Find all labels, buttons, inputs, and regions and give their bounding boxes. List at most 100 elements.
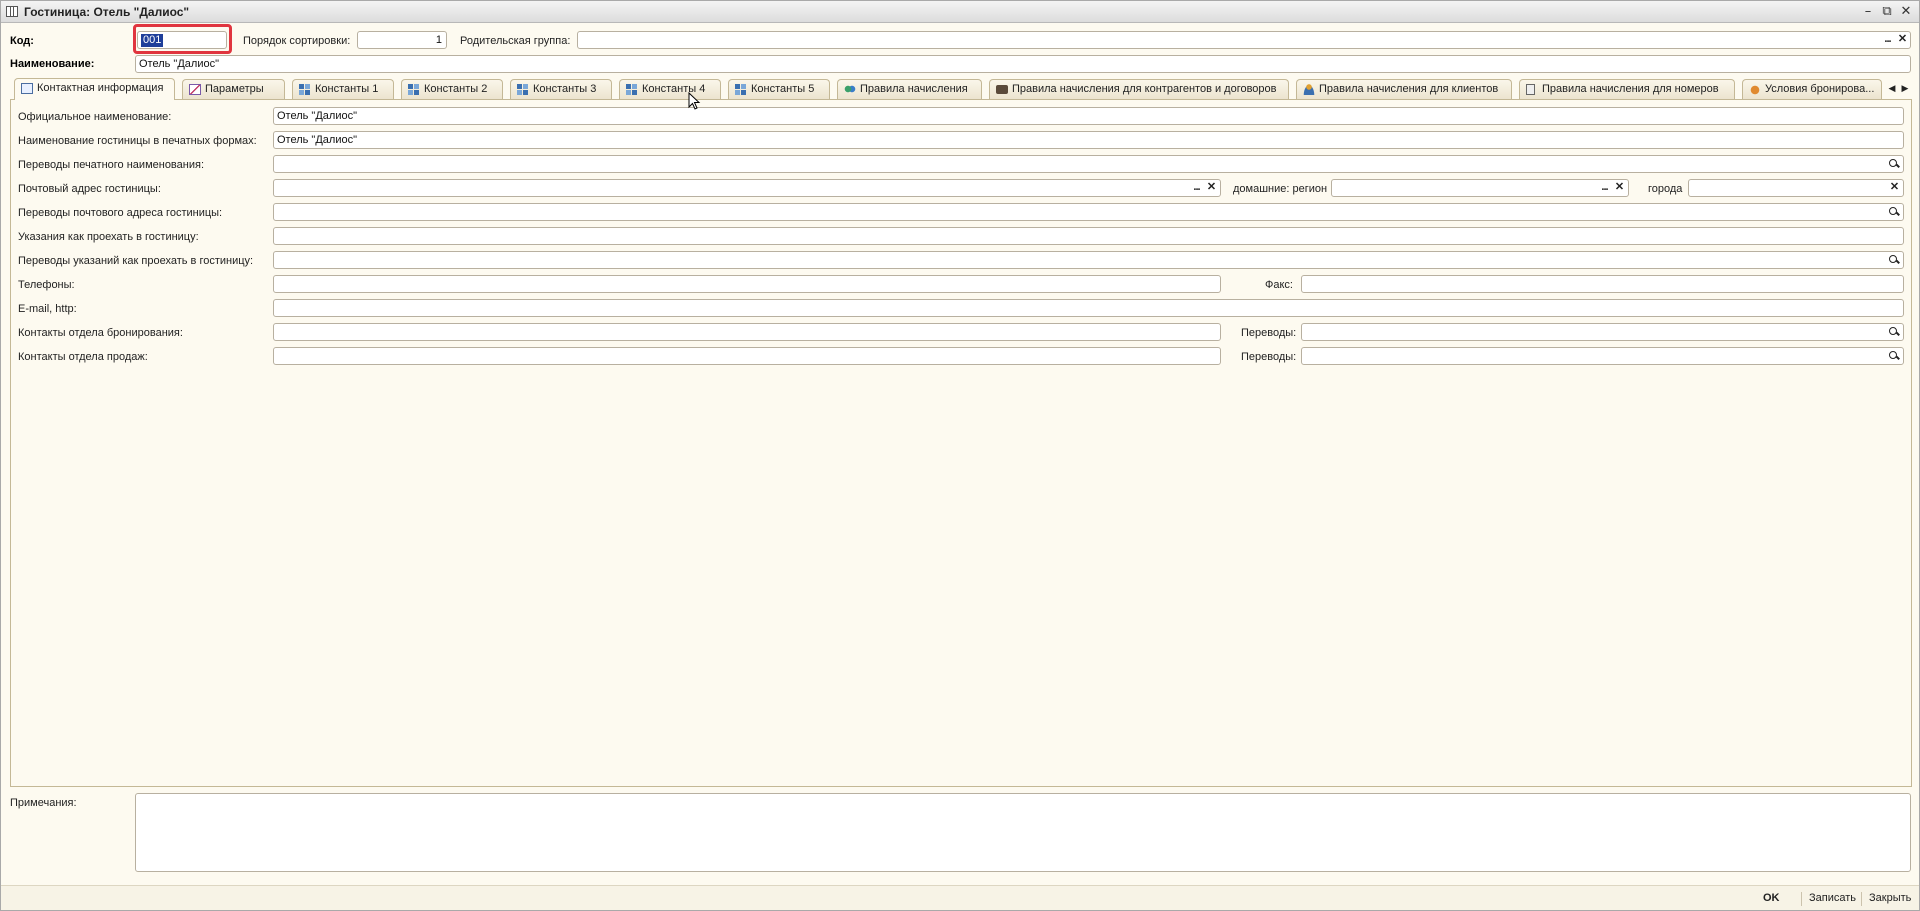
constants-icon xyxy=(299,84,311,95)
clear-city-button[interactable]: ✕ xyxy=(1887,180,1902,196)
ok-button[interactable]: OK xyxy=(1763,892,1780,904)
city-field[interactable]: ✕ xyxy=(1688,179,1904,197)
clear-address-button[interactable]: ✕ xyxy=(1204,180,1219,196)
clear-parent-button[interactable]: ✕ xyxy=(1895,32,1910,48)
hotel-form-window: Гостиница: Отель "Далиос" – ⧉ ✕ Код: 001… xyxy=(0,0,1920,911)
constants-icon xyxy=(517,84,529,95)
tab-label: Контактная информация xyxy=(37,82,164,94)
select-address-button[interactable]: ... xyxy=(1189,180,1204,196)
tab-constants-5[interactable]: Константы 5 xyxy=(728,79,830,99)
constants-icon xyxy=(735,84,747,95)
title-bar: Гостиница: Отель "Далиос" – ⧉ ✕ xyxy=(1,1,1919,23)
highlight-frame xyxy=(133,24,232,54)
code-label: Код: xyxy=(10,35,34,47)
sort-order-label: Порядок сортировки: xyxy=(243,35,351,47)
tab-label: Правила начисления для номеров xyxy=(1542,83,1719,95)
window-title: Гостиница: Отель "Далиос" xyxy=(24,5,190,19)
tab-constants-1[interactable]: Константы 1 xyxy=(292,79,394,99)
tab-constants-3[interactable]: Константы 3 xyxy=(510,79,612,99)
postal-address-field[interactable]: ... ✕ xyxy=(273,179,1221,197)
print-name-field[interactable]: Отель "Далиос" xyxy=(273,131,1904,149)
notes-textarea[interactable] xyxy=(135,793,1911,872)
tab-charge-rules[interactable]: Правила начисления xyxy=(837,79,982,99)
sort-order-field[interactable]: 1 xyxy=(357,31,447,49)
fax-label: Факс: xyxy=(1265,279,1293,291)
home-region-label: домашние: регион xyxy=(1233,183,1328,195)
tab-label: Правила начисления xyxy=(860,83,968,95)
tab-label: Правила начисления для контрагентов и до… xyxy=(1012,83,1277,95)
search-icon[interactable] xyxy=(1887,325,1901,339)
bottom-command-bar: OK Записать Закрыть xyxy=(1,885,1919,910)
postal-translations-field[interactable] xyxy=(273,203,1904,221)
email-field[interactable] xyxy=(273,299,1904,317)
constants-icon xyxy=(626,84,638,95)
print-name-value: Отель "Далиос" xyxy=(277,134,357,146)
close-button[interactable]: Закрыть xyxy=(1869,892,1911,904)
parameters-icon xyxy=(189,84,201,95)
sales-translations-label: Переводы: xyxy=(1241,351,1297,363)
tab-charge-rules-contractors[interactable]: Правила начисления для контрагентов и до… xyxy=(989,79,1289,99)
tab-constants-2[interactable]: Константы 2 xyxy=(401,79,503,99)
official-name-field[interactable]: Отель "Далиос" xyxy=(273,107,1904,125)
minimize-button[interactable]: – xyxy=(1859,3,1877,20)
contact-card-icon xyxy=(21,83,33,94)
name-field[interactable]: Отель "Далиос" xyxy=(135,55,1911,73)
tab-constants-4[interactable]: Константы 4 xyxy=(619,79,721,99)
sort-order-value: 1 xyxy=(435,34,442,46)
directions-translations-field[interactable] xyxy=(273,251,1904,269)
tab-label: Константы 1 xyxy=(315,83,379,95)
separator xyxy=(1801,892,1802,906)
directions-translations-label: Переводы указаний как проехать в гостини… xyxy=(18,255,254,267)
charge-rules-icon xyxy=(844,84,856,95)
close-window-button[interactable]: ✕ xyxy=(1897,3,1915,20)
select-region-button[interactable]: ... xyxy=(1597,180,1612,196)
print-name-translations-field[interactable] xyxy=(273,155,1904,173)
search-icon[interactable] xyxy=(1887,349,1901,363)
save-button[interactable]: Записать xyxy=(1809,892,1856,904)
print-name-translations-label: Переводы печатного наименования: xyxy=(18,159,205,171)
sales-contacts-label: Контакты отдела продаж: xyxy=(18,351,148,363)
client-icon xyxy=(1303,84,1315,95)
fax-field[interactable] xyxy=(1301,275,1904,293)
sales-translations-field[interactable] xyxy=(1301,347,1904,365)
briefcase-icon xyxy=(996,85,1008,94)
tab-charge-rules-clients[interactable]: Правила начисления для клиентов xyxy=(1296,79,1512,99)
tabs-scroll-right-icon[interactable]: ▶ xyxy=(1899,82,1911,96)
handshake-icon xyxy=(1749,84,1761,95)
parent-group-field[interactable]: ... ✕ xyxy=(577,31,1911,49)
tab-label: Константы 3 xyxy=(533,83,597,95)
name-value: Отель "Далиос" xyxy=(139,58,219,70)
contact-info-panel: Официальное наименование: Отель "Далиос"… xyxy=(10,99,1912,787)
booking-translations-label: Переводы: xyxy=(1241,327,1297,339)
restore-button[interactable]: ⧉ xyxy=(1878,3,1896,20)
postal-translations-label: Переводы почтового адреса гостиницы: xyxy=(18,207,223,219)
tab-charge-rules-rooms[interactable]: Правила начисления для номеров xyxy=(1519,79,1735,99)
print-name-label: Наименование гостиницы в печатных формах… xyxy=(18,135,257,147)
parent-group-label: Родительская группа: xyxy=(460,35,571,47)
notes-label: Примечания: xyxy=(10,797,77,809)
tab-label: Константы 2 xyxy=(424,83,488,95)
home-region-field[interactable]: ... ✕ xyxy=(1331,179,1629,197)
booking-contacts-field[interactable] xyxy=(273,323,1221,341)
form-icon xyxy=(6,6,18,17)
tabs-scroll-left-icon[interactable]: ◀ xyxy=(1886,82,1898,96)
tab-parameters[interactable]: Параметры xyxy=(182,79,285,99)
clear-region-button[interactable]: ✕ xyxy=(1612,180,1627,196)
booking-translations-field[interactable] xyxy=(1301,323,1904,341)
room-icon xyxy=(1526,84,1535,95)
tab-bar: Контактная информация Параметры Констант… xyxy=(9,78,1913,100)
postal-address-label: Почтовый адрес гостиницы: xyxy=(18,183,161,195)
name-label: Наименование: xyxy=(10,58,95,70)
phones-field[interactable] xyxy=(273,275,1221,293)
directions-label: Указания как проехать в гостиницу: xyxy=(18,231,199,243)
official-name-value: Отель "Далиос" xyxy=(277,110,357,122)
select-parent-button[interactable]: ... xyxy=(1880,32,1895,48)
search-icon[interactable] xyxy=(1887,253,1901,267)
tab-contact-info[interactable]: Контактная информация xyxy=(14,78,175,100)
sales-contacts-field[interactable] xyxy=(273,347,1221,365)
directions-field[interactable] xyxy=(273,227,1904,245)
tab-booking-conditions[interactable]: Условия бронирова... xyxy=(1742,79,1882,99)
search-icon[interactable] xyxy=(1887,157,1901,171)
search-icon[interactable] xyxy=(1887,205,1901,219)
mouse-cursor-icon xyxy=(688,92,701,110)
